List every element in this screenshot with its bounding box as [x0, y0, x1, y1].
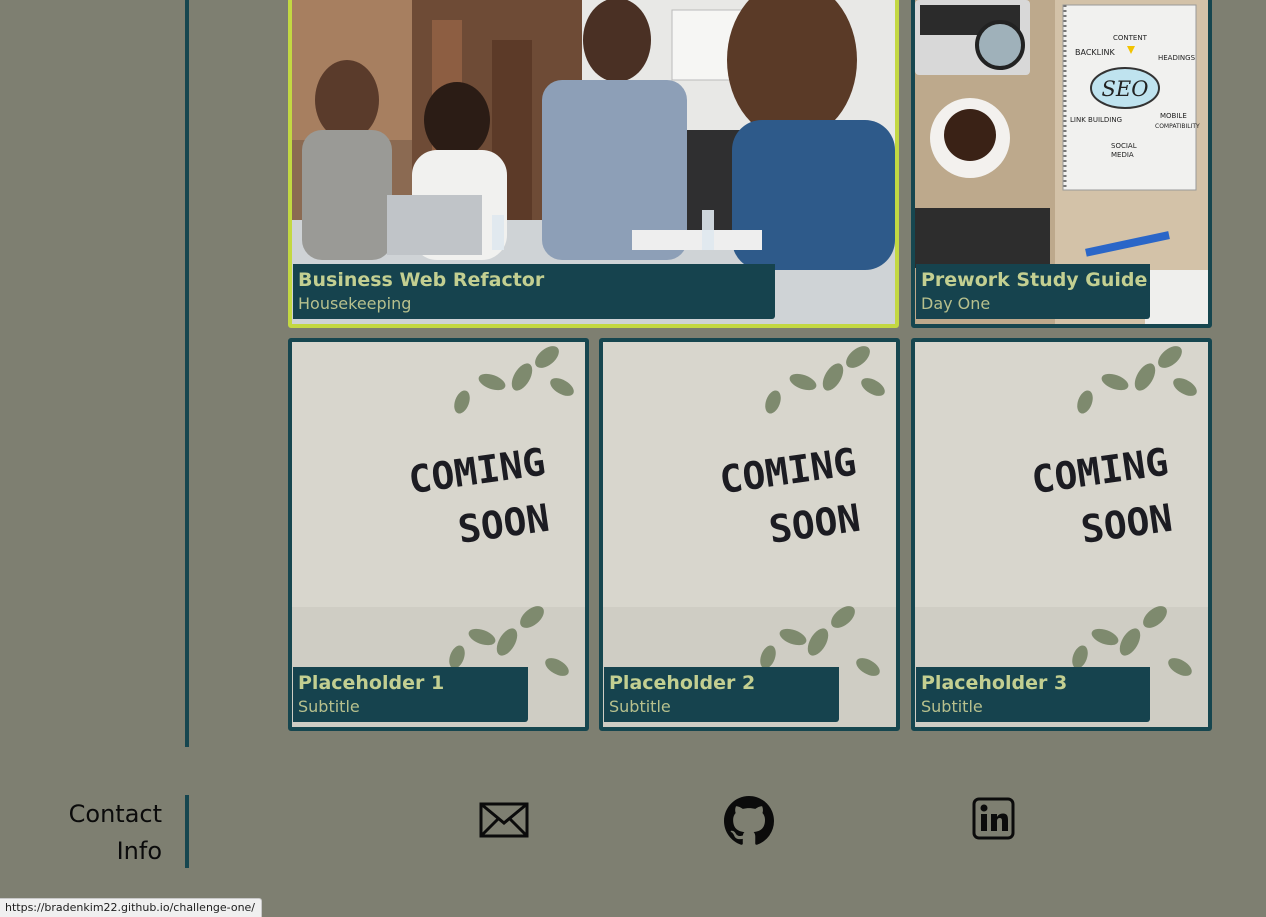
contact-divider-line — [185, 795, 189, 868]
project-card-prework-study-guide[interactable]: SEO BACKLINK CONTENT HEADINGS LINK BUILD… — [911, 0, 1212, 328]
project-card-business-web-refactor[interactable]: Business Web Refactor Housekeeping — [288, 0, 899, 328]
svg-text:LINK BUILDING: LINK BUILDING — [1070, 116, 1122, 124]
svg-text:COMPATIBILITY: COMPATIBILITY — [1155, 123, 1200, 130]
github-icon[interactable] — [724, 796, 774, 846]
project-label: Placeholder 2 Subtitle — [604, 667, 839, 722]
svg-text:BACKLINK: BACKLINK — [1075, 48, 1115, 57]
project-label: Placeholder 1 Subtitle — [293, 667, 528, 722]
project-card-placeholder-3[interactable]: COMING SOON Placeholder 3 Subtitle — [911, 338, 1212, 731]
svg-text:HEADINGS: HEADINGS — [1158, 54, 1196, 62]
project-subtitle: Day One — [921, 294, 991, 313]
status-bar-url: https://bradenkim22.github.io/challenge-… — [5, 901, 256, 914]
svg-text:MOBILE: MOBILE — [1160, 112, 1187, 120]
project-title: Placeholder 3 — [921, 672, 1068, 694]
project-title: Business Web Refactor — [298, 269, 545, 291]
contact-heading: Contact Info — [69, 796, 162, 870]
svg-text:SEO: SEO — [1102, 77, 1149, 101]
project-subtitle: Subtitle — [921, 697, 983, 716]
browser-status-bar: https://bradenkim22.github.io/challenge-… — [0, 898, 263, 917]
contact-heading-line: Contact — [68, 800, 162, 828]
linkedin-icon[interactable] — [972, 797, 1015, 840]
project-title: Placeholder 1 — [298, 672, 445, 694]
svg-text:CONTENT: CONTENT — [1113, 34, 1148, 42]
project-label: Placeholder 3 Subtitle — [916, 667, 1150, 722]
project-label: Business Web Refactor Housekeeping — [293, 264, 775, 319]
project-subtitle: Subtitle — [298, 697, 360, 716]
project-subtitle: Subtitle — [609, 697, 671, 716]
section-divider-line — [185, 0, 189, 747]
email-icon[interactable] — [479, 802, 529, 838]
svg-text:MEDIA: MEDIA — [1111, 151, 1134, 159]
svg-text:SOCIAL: SOCIAL — [1111, 142, 1137, 150]
project-label: Prework Study Guide Day One — [916, 264, 1150, 319]
project-title: Placeholder 2 — [609, 672, 756, 694]
project-title: Prework Study Guide — [921, 269, 1148, 291]
project-card-placeholder-1[interactable]: COMING SOON Placeholder 1 Subtitle — [288, 338, 589, 731]
project-subtitle: Housekeeping — [298, 294, 412, 313]
project-card-placeholder-2[interactable]: COMING SOON Placeholder 2 Subtitle — [599, 338, 900, 731]
contact-heading-line: Info — [116, 837, 162, 865]
